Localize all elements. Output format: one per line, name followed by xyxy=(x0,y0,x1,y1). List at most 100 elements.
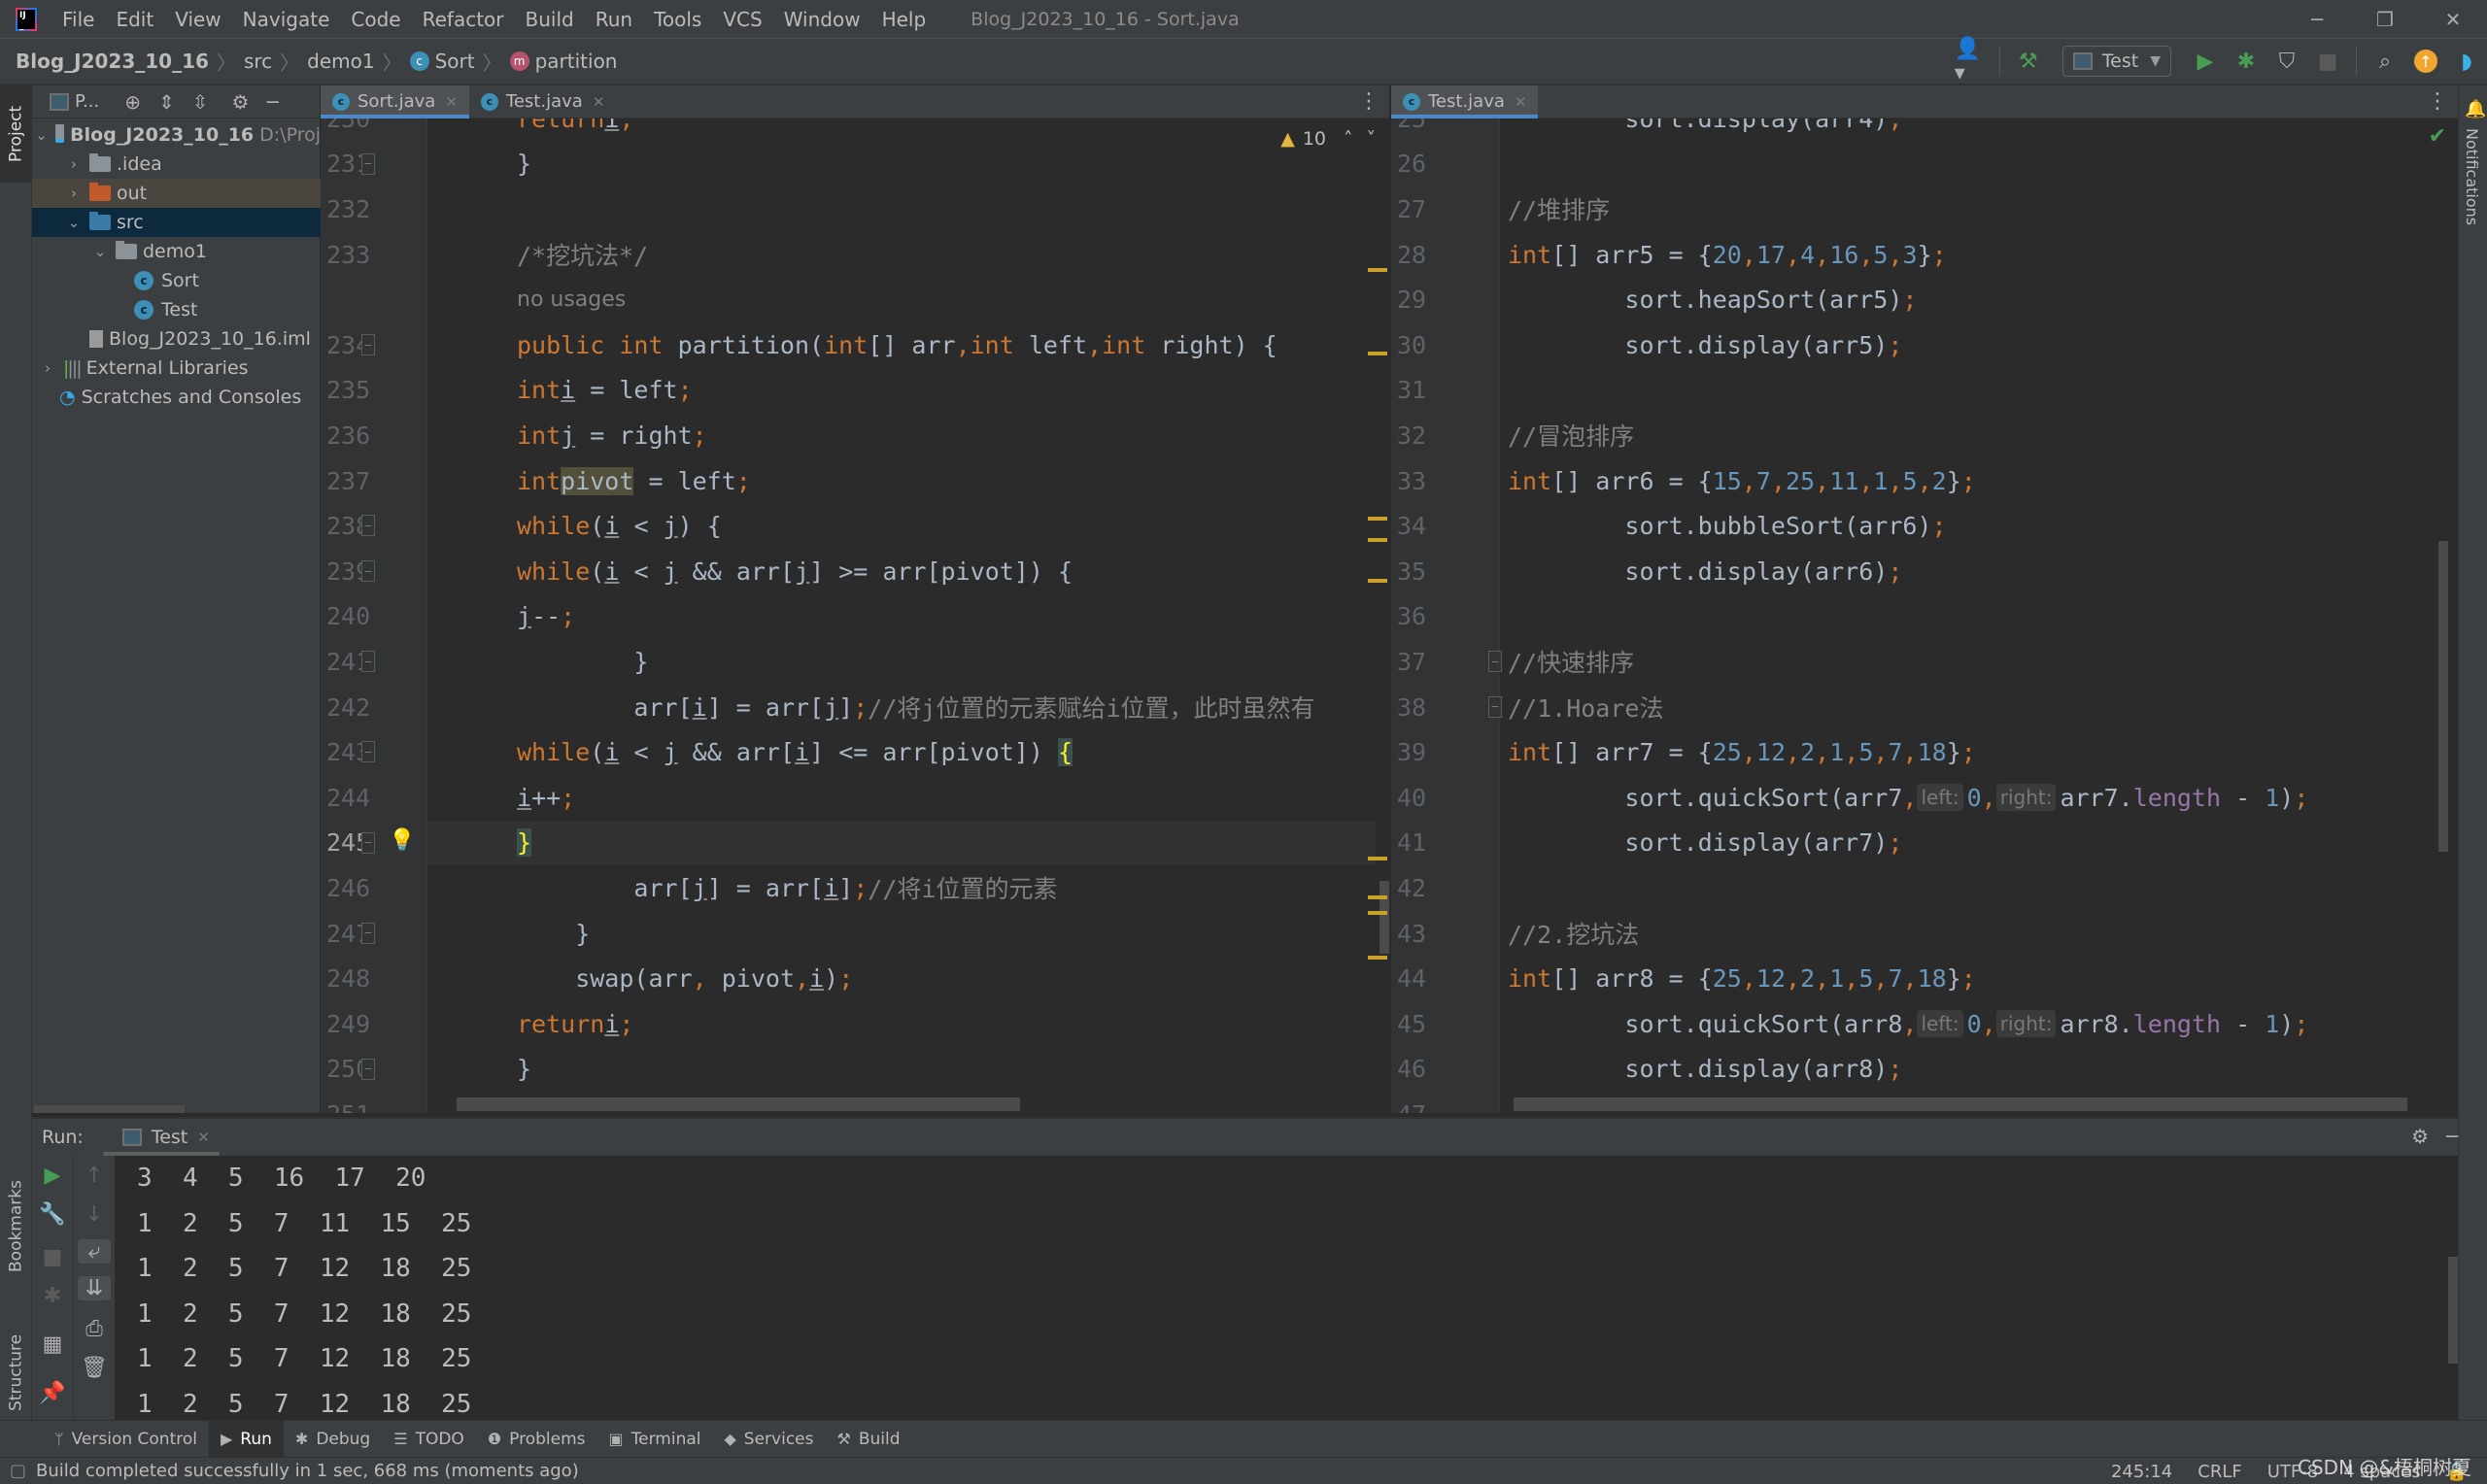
more-tabs-icon[interactable]: ⋮ xyxy=(1358,89,1380,114)
fold-icon[interactable]: − xyxy=(361,334,375,355)
code-line[interactable]: int j = right; xyxy=(517,413,707,458)
tool-tab-todo[interactable]: ☰ TODO xyxy=(382,1421,476,1458)
line-number[interactable]: 25 xyxy=(1397,118,1426,142)
menu-build[interactable]: Build xyxy=(526,8,574,31)
tree-item-external-libraries[interactable]: › |||| External Libraries xyxy=(32,354,321,383)
tab-test-java[interactable]: c Test.java ✕ xyxy=(469,85,616,118)
warning-stripe-marker[interactable] xyxy=(1368,579,1387,583)
fold-icon[interactable]: − xyxy=(361,831,375,854)
layout-icon[interactable]: ▦ xyxy=(32,1332,73,1357)
line-number[interactable]: 41 xyxy=(1397,821,1426,866)
close-icon[interactable]: ✕ xyxy=(445,93,458,111)
debug-exit-icon[interactable]: ✱ xyxy=(32,1284,73,1308)
project-horizontal-scrollbar[interactable] xyxy=(34,1105,185,1113)
code-line[interactable]: i ++; xyxy=(517,775,575,821)
warning-stripe-marker[interactable] xyxy=(1368,517,1387,521)
tab-sort-java[interactable]: c Sort.java ✕ xyxy=(321,85,469,118)
chevron-down-icon[interactable]: ⌄ xyxy=(92,243,108,260)
code-line[interactable]: sort.display(arr4); xyxy=(1508,118,1902,142)
tree-item-test[interactable]: c Test xyxy=(32,295,321,324)
tab-test-java-right[interactable]: c Test.java ✕ xyxy=(1391,85,1539,118)
code-line[interactable]: no usages xyxy=(517,277,626,322)
soft-wrap-icon[interactable]: ⤶ xyxy=(78,1239,111,1264)
code-line[interactable]: //1.Hoare法 xyxy=(1508,685,1663,730)
print-icon[interactable]: ⎙ xyxy=(74,1317,115,1341)
line-number[interactable]: 233 xyxy=(326,232,370,278)
menu-refactor[interactable]: Refactor xyxy=(423,8,504,31)
up-arrow-icon[interactable]: ↑ xyxy=(74,1164,115,1188)
code-line[interactable]: //冒泡排序 xyxy=(1508,413,1634,458)
code-line[interactable]: return i; xyxy=(517,1001,633,1047)
line-number[interactable]: 44 xyxy=(1397,956,1426,1001)
locate-icon[interactable]: ⊕ xyxy=(124,90,141,114)
fold-icon[interactable]: − xyxy=(1488,695,1502,718)
line-number[interactable]: 237 xyxy=(326,458,370,504)
code-line[interactable]: return i; xyxy=(517,118,633,142)
user-icon[interactable]: 👤▾ xyxy=(1955,37,1988,85)
lightbulb-icon[interactable]: 💡 xyxy=(389,828,415,853)
line-number[interactable]: 230 xyxy=(326,118,370,142)
menu-view[interactable]: View xyxy=(175,8,221,31)
code-line[interactable]: int i = left; xyxy=(517,368,693,414)
code-line[interactable]: j --; xyxy=(517,594,575,640)
fold-icon[interactable]: − xyxy=(361,515,375,537)
code-line[interactable]: sort.bubbleSort(arr6); xyxy=(1508,503,1946,549)
console-vertical-scrollbar[interactable] xyxy=(2448,1257,2458,1364)
line-number[interactable]: 33 xyxy=(1397,458,1426,504)
code-line[interactable]: } xyxy=(517,142,531,187)
line-number[interactable]: 29 xyxy=(1397,277,1426,322)
line-number[interactable]: 232 xyxy=(326,186,370,232)
line-number[interactable]: 42 xyxy=(1397,865,1426,911)
code-line[interactable]: } xyxy=(517,911,590,957)
caret-position[interactable]: 245:14 xyxy=(2111,1462,2172,1482)
line-number[interactable]: 46 xyxy=(1397,1047,1426,1093)
fold-icon[interactable]: − xyxy=(361,1058,375,1080)
chevron-right-icon[interactable]: › xyxy=(40,359,55,377)
hide-panel-icon[interactable]: ─ xyxy=(2446,1125,2458,1148)
status-message[interactable]: Build completed successfully in 1 sec, 6… xyxy=(36,1461,579,1481)
code-line[interactable]: int[] arr7 = {25, 12, 2, 1, 5, 7, 18}; xyxy=(1508,729,1976,775)
line-number[interactable]: 249 xyxy=(326,1001,370,1047)
code-line[interactable]: while(i < j && arr[j] >= arr[pivot]) { xyxy=(517,549,1073,594)
run-tab-test[interactable]: Test ✕ xyxy=(102,1119,220,1156)
line-number[interactable]: 26 xyxy=(1397,142,1426,187)
menu-help[interactable]: Help xyxy=(882,8,927,31)
line-number[interactable]: 235 xyxy=(326,368,370,414)
code-line[interactable]: //2.挖坑法 xyxy=(1508,911,1639,957)
expand-all-icon[interactable]: ⇕ xyxy=(158,90,175,114)
breadcrumb-project[interactable]: Blog_J2023_10_16 xyxy=(16,50,209,73)
line-number[interactable]: 31 xyxy=(1397,368,1426,414)
project-panel-title[interactable]: P... xyxy=(75,91,99,112)
tree-item-blog-j2023-10-16-iml[interactable]: Blog_J2023_10_16.iml xyxy=(32,324,321,354)
warning-stripe-marker[interactable] xyxy=(1368,857,1387,860)
breadcrumb-partition[interactable]: m partition xyxy=(509,50,617,73)
inspection-widget[interactable]: ▲ 10 ˄ ˅ xyxy=(1280,128,1376,150)
breadcrumb-demo1[interactable]: demo1 xyxy=(307,50,374,73)
tool-tab-build[interactable]: ⚒ Build xyxy=(825,1421,911,1458)
breadcrumb-src[interactable]: src xyxy=(244,50,272,73)
chevron-down-icon[interactable]: ⌄ xyxy=(66,214,82,231)
menu-file[interactable]: File xyxy=(62,8,94,31)
chevron-right-icon[interactable]: › xyxy=(66,155,82,173)
test-java-code-editor[interactable]: ✔ 25 sort.display(arr4); 26 27 //堆排序 28 int… xyxy=(1391,118,2458,1113)
tree-item-sort[interactable]: c Sort xyxy=(32,266,321,295)
coverage-icon[interactable]: ⛉ xyxy=(2270,45,2303,78)
line-number[interactable]: 244 xyxy=(326,775,370,821)
down-arrow-icon[interactable]: ↓ xyxy=(74,1202,115,1227)
tool-tab-services[interactable]: ◆ Services xyxy=(712,1421,825,1458)
code-line[interactable]: sort.quickSort(arr8, left: 0, right: arr8.… xyxy=(1508,1001,2308,1047)
line-number[interactable]: 246 xyxy=(326,865,370,911)
line-separator[interactable]: CRLF xyxy=(2197,1462,2241,1482)
status-toggle-icon[interactable]: ▢ xyxy=(10,1461,26,1481)
close-icon[interactable]: ✕ xyxy=(197,1129,210,1146)
line-number[interactable]: 248 xyxy=(326,956,370,1001)
line-number[interactable]: 45 xyxy=(1397,1001,1426,1047)
line-number[interactable]: 240 xyxy=(326,594,370,640)
line-number[interactable]: 28 xyxy=(1397,232,1426,278)
fold-icon[interactable]: − xyxy=(361,741,375,763)
code-line[interactable]: int pivot = left; xyxy=(517,458,751,504)
code-line[interactable]: sort.display(arr7); xyxy=(1508,821,1902,866)
code-line[interactable]: while(i < j && arr[i] <= arr[pivot]) { xyxy=(517,729,1073,775)
warning-stripe-marker[interactable] xyxy=(1368,956,1387,960)
right-editor-horizontal-scrollbar[interactable] xyxy=(1514,1097,2407,1111)
